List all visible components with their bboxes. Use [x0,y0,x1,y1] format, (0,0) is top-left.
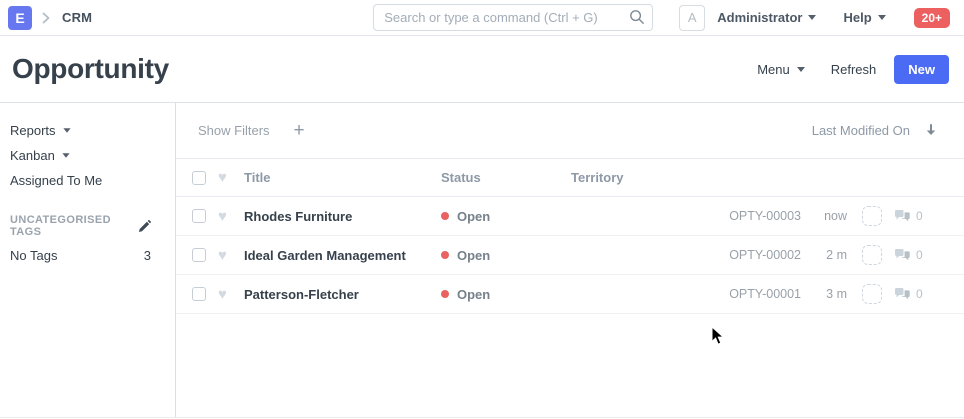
status-open-indicator [441,251,449,259]
page-head: Opportunity Menu Refresh New [0,36,964,103]
page-actions: Menu Refresh New [757,55,949,84]
menu-button[interactable]: Menu [757,62,805,77]
chevron-down-icon [878,15,886,20]
filter-bar: Show Filters + Last Modified On [176,103,964,158]
row-modified: 2 m [801,248,847,262]
row-status: Open [441,248,571,263]
chevron-down-icon [808,15,816,20]
help-dropdown-label: Help [843,10,871,25]
row-id: OPTY-00001 [701,287,801,301]
chevron-down-icon [797,67,805,72]
sidebar-item-assigned-to-me[interactable]: Assigned To Me [10,168,151,193]
row-modified: now [801,209,847,223]
tags-heading-label: UNCATEGORISED TAGS [10,214,129,238]
row-status: Open [441,209,571,224]
tag-label: No Tags [10,248,144,263]
assign-placeholder[interactable] [862,206,882,226]
status-open-indicator [441,290,449,298]
status-open-indicator [441,212,449,220]
sort-by-button[interactable]: Last Modified On [812,123,910,138]
refresh-button[interactable]: Refresh [831,62,877,77]
row-checkbox[interactable] [192,209,206,223]
row-modified: 3 m [801,287,847,301]
add-filter-icon[interactable]: + [294,121,305,140]
tag-filter-no-tags[interactable]: No Tags 3 [10,243,151,268]
comment-count: 0 [916,209,923,223]
comment-icon [894,287,911,301]
comment-count: 0 [916,287,923,301]
row-checkbox[interactable] [192,248,206,262]
global-search [373,4,653,31]
row-checkbox[interactable] [192,287,206,301]
sidebar-item-kanban[interactable]: Kanban [10,143,151,168]
user-dropdown-label: Administrator [717,10,802,25]
edit-tags-icon[interactable] [138,220,151,233]
comment-area: 0 [894,287,936,301]
breadcrumb-crm[interactable]: CRM [62,10,92,25]
chevron-down-icon [63,128,70,133]
comment-count: 0 [916,248,923,262]
status-label: Open [457,248,490,263]
column-header-title: Title [244,170,441,185]
heart-icon[interactable]: ♥ [218,209,235,224]
assign-placeholder[interactable] [862,245,882,265]
sidebar-item-reports[interactable]: Reports [10,118,151,143]
table-row[interactable]: ♥ Patterson-Fletcher Open OPTY-00001 3 m… [176,275,964,314]
list-view: Show Filters + Last Modified On ♥ Title … [176,103,964,417]
notifications-badge[interactable]: 20+ [914,8,950,28]
user-avatar[interactable]: A [679,5,705,31]
select-all-checkbox[interactable] [192,171,206,185]
sidebar-item-label: Reports [10,123,56,138]
column-header-territory: Territory [571,170,701,185]
row-id: OPTY-00002 [701,248,801,262]
content-area: Reports Kanban Assigned To Me UNCATEGORI… [0,103,964,418]
sidebar-item-label: Kanban [10,148,55,163]
tags-section-heading: UNCATEGORISED TAGS [10,214,151,238]
show-filters-button[interactable]: Show Filters [198,123,270,138]
column-header-status: Status [441,170,571,185]
top-navbar: E CRM A Administrator Help 20+ [0,0,964,36]
heart-icon[interactable]: ♥ [218,287,235,302]
list-header-row: ♥ Title Status Territory [176,158,964,197]
heart-icon[interactable]: ♥ [218,170,235,185]
new-button[interactable]: New [894,55,949,84]
sort-selector: Last Modified On [812,123,938,138]
search-input[interactable] [373,4,653,31]
chevron-down-icon [62,153,69,158]
row-status: Open [441,287,571,302]
row-id: OPTY-00003 [701,209,801,223]
table-row[interactable]: ♥ Ideal Garden Management Open OPTY-0000… [176,236,964,275]
page-title: Opportunity [12,53,169,85]
status-label: Open [457,287,490,302]
row-title[interactable]: Ideal Garden Management [244,248,441,263]
comment-area: 0 [894,248,936,262]
row-title[interactable]: Rhodes Furniture [244,209,441,224]
breadcrumb-chevron-icon [41,12,51,24]
comment-area: 0 [894,209,936,223]
menu-button-label: Menu [757,62,790,77]
sidebar-item-label: Assigned To Me [10,173,102,188]
table-row[interactable]: ♥ Rhodes Furniture Open OPTY-00003 now 0 [176,197,964,236]
comment-icon [894,248,911,262]
assign-placeholder[interactable] [862,284,882,304]
status-label: Open [457,209,490,224]
app-logo[interactable]: E [8,6,32,30]
user-dropdown[interactable]: Administrator [717,10,816,25]
comment-icon [894,209,911,223]
row-title[interactable]: Patterson-Fletcher [244,287,441,302]
help-dropdown[interactable]: Help [843,10,885,25]
sort-direction-icon[interactable] [924,123,938,138]
list-sidebar: Reports Kanban Assigned To Me UNCATEGORI… [0,103,176,417]
tag-count: 3 [144,248,151,263]
search-icon [629,9,645,30]
heart-icon[interactable]: ♥ [218,248,235,263]
